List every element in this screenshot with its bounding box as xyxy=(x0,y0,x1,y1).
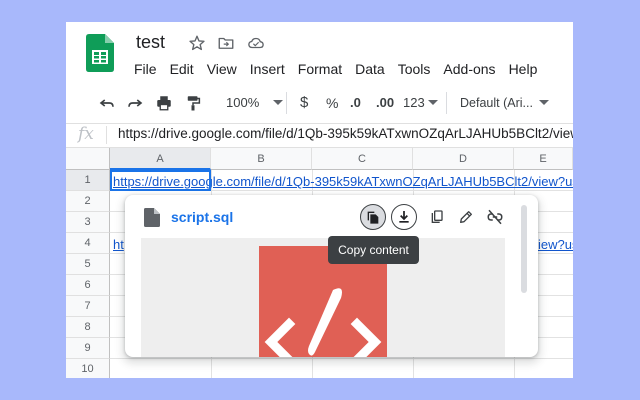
unlink-button[interactable] xyxy=(482,204,508,230)
selected-cell-a1[interactable] xyxy=(110,170,211,191)
sheets-window: test File Edit View Insert Format Data T… xyxy=(66,22,573,378)
copy-icon xyxy=(431,210,443,223)
copy-content-icon xyxy=(367,211,379,224)
menu-tools[interactable]: Tools xyxy=(398,59,431,79)
undo-button[interactable] xyxy=(98,92,116,114)
row-header-6[interactable]: 6 xyxy=(66,275,110,296)
increase-decimal-label: .00 xyxy=(376,95,395,110)
row-header-2[interactable]: 2 xyxy=(66,191,110,212)
row-header-10[interactable]: 10 xyxy=(66,359,110,378)
formula-bar: fx https://drive.google.com/file/d/1Qb-3… xyxy=(66,122,573,148)
menu-bar: File Edit View Insert Format Data Tools … xyxy=(134,59,550,79)
menu-addons[interactable]: Add-ons xyxy=(443,59,495,79)
move-folder-icon[interactable] xyxy=(217,34,235,52)
paint-format-button[interactable] xyxy=(184,92,202,114)
title-bar: test File Edit View Insert Format Data T… xyxy=(66,22,573,84)
row-header-1[interactable]: 1 xyxy=(66,170,110,191)
zoom-select[interactable]: 100% xyxy=(226,92,284,114)
toolbar-divider xyxy=(446,92,447,114)
file-name-link[interactable]: script.sql xyxy=(171,209,233,225)
card-scrollbar[interactable] xyxy=(521,205,527,293)
column-header-a[interactable]: A xyxy=(110,148,211,170)
menu-file[interactable]: File xyxy=(134,59,157,79)
cell-a4-link-start[interactable]: ht xyxy=(113,234,124,255)
increase-decimal-button[interactable]: .00 xyxy=(376,92,394,114)
column-header-d[interactable]: D xyxy=(413,148,514,170)
column-header-e[interactable]: E xyxy=(514,148,573,170)
fx-icon: fx xyxy=(78,124,94,144)
print-button[interactable] xyxy=(155,92,173,114)
percent-format-button[interactable]: % xyxy=(326,92,338,114)
pencil-icon xyxy=(460,211,472,223)
link-off-icon xyxy=(487,209,503,225)
file-preview-thumbnail[interactable] xyxy=(141,238,505,357)
column-header-c[interactable]: C xyxy=(312,148,413,170)
more-formats-button[interactable]: 123 xyxy=(403,92,438,114)
undo-icon xyxy=(99,99,114,107)
decrease-decimal-button[interactable]: .0 xyxy=(350,92,361,114)
currency-format-button[interactable]: $ xyxy=(300,92,308,114)
caret-down-icon xyxy=(427,100,438,105)
menu-insert[interactable]: Insert xyxy=(250,59,285,79)
copy-content-tooltip: Copy content xyxy=(328,236,419,264)
menu-edit[interactable]: Edit xyxy=(170,59,194,79)
toolbar: 100% $ % .0 .00 123 Default (Ari... xyxy=(66,84,573,124)
print-icon xyxy=(157,96,171,111)
copy-content-button[interactable] xyxy=(360,204,386,230)
cell-a4-link-end[interactable]: iew?us xyxy=(538,234,573,255)
caret-down-icon xyxy=(538,100,549,105)
menu-data[interactable]: Data xyxy=(355,59,385,79)
font-family-select[interactable]: Default (Ari... xyxy=(460,92,549,114)
zoom-value: 100% xyxy=(226,95,260,110)
caret-down-icon xyxy=(273,100,284,105)
paint-format-icon xyxy=(187,96,201,111)
formula-input[interactable]: https://drive.google.com/file/d/1Qb-395k… xyxy=(118,126,573,141)
menu-format[interactable]: Format xyxy=(298,59,342,79)
toolbar-divider xyxy=(286,92,287,114)
grid-line xyxy=(110,358,573,359)
row-header-4[interactable]: 4 xyxy=(66,233,110,254)
row-header-5[interactable]: 5 xyxy=(66,254,110,275)
row-header-8[interactable]: 8 xyxy=(66,317,110,338)
document-title[interactable]: test xyxy=(136,32,165,53)
copy-link-button[interactable] xyxy=(424,204,450,230)
row-header-3[interactable]: 3 xyxy=(66,212,110,233)
download-button[interactable] xyxy=(391,204,417,230)
menu-help[interactable]: Help xyxy=(509,59,538,79)
formula-divider xyxy=(106,126,107,144)
sheets-logo[interactable] xyxy=(86,34,114,72)
select-all-corner[interactable] xyxy=(66,148,110,170)
download-icon xyxy=(399,211,409,223)
menu-view[interactable]: View xyxy=(207,59,237,79)
decrease-decimal-label: .0 xyxy=(350,95,361,110)
edit-button[interactable] xyxy=(453,204,479,230)
column-header-b[interactable]: B xyxy=(211,148,312,170)
more-formats-label: 123 xyxy=(403,95,425,110)
star-icon[interactable] xyxy=(188,34,206,52)
file-preview-card: script.sql xyxy=(125,195,538,357)
row-header-9[interactable]: 9 xyxy=(66,338,110,359)
file-icon xyxy=(144,208,160,227)
redo-icon xyxy=(128,99,143,107)
font-family-value: Default (Ari... xyxy=(460,96,533,110)
row-header-7[interactable]: 7 xyxy=(66,296,110,317)
redo-button[interactable] xyxy=(126,92,144,114)
cloud-status-icon[interactable] xyxy=(247,34,265,52)
